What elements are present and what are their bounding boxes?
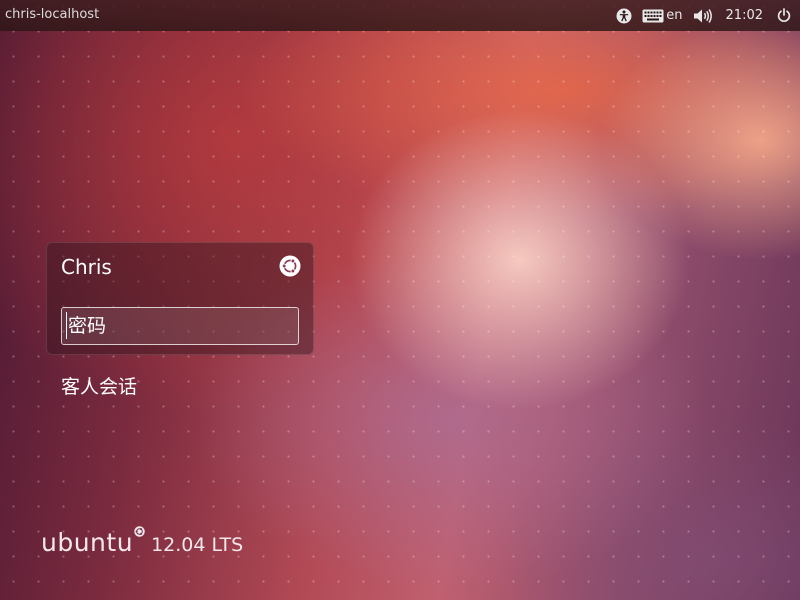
text-caret: [66, 312, 67, 339]
ubuntu-circle-of-friends-icon: [134, 522, 145, 537]
login-screen: chris-localhost en 21:02 Chris 客人会话 ubun…: [0, 0, 800, 600]
accessibility-icon[interactable]: [616, 8, 632, 24]
ubuntu-branding: ubuntu 12.04 LTS: [41, 526, 244, 557]
ubuntu-session-icon[interactable]: [279, 255, 301, 277]
power-icon[interactable]: [777, 8, 791, 23]
login-card: Chris: [46, 242, 314, 355]
keyboard-icon[interactable]: [642, 9, 664, 23]
volume-icon[interactable]: [693, 8, 713, 24]
guest-session-button[interactable]: 客人会话: [61, 372, 137, 399]
indicator-area: en 21:02: [606, 0, 800, 31]
password-field[interactable]: [61, 307, 299, 345]
ubuntu-logo-text: ubuntu: [41, 528, 134, 557]
hostname-label: chris-localhost: [5, 7, 100, 22]
user-name[interactable]: Chris: [61, 255, 112, 279]
clock[interactable]: 21:02: [726, 8, 763, 23]
language-indicator[interactable]: en: [666, 8, 682, 23]
ubuntu-version: 12.04 LTS: [151, 534, 244, 556]
